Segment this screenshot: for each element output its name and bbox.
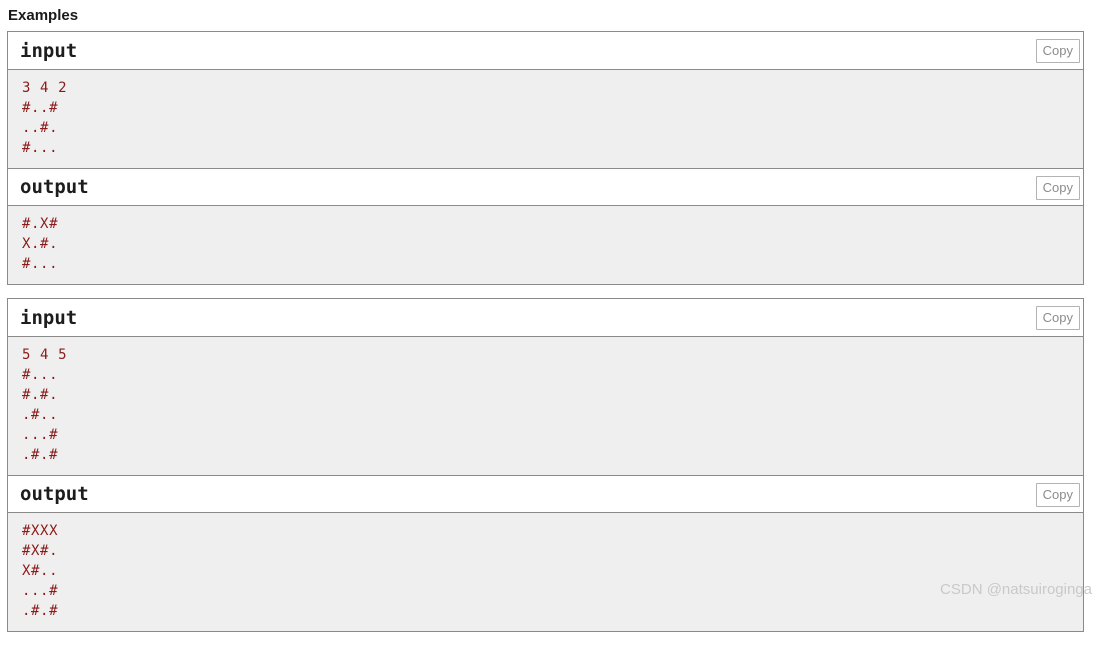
sample-input-body[interactable]: 3 4 2 #..# ..#. #... [8, 70, 1083, 168]
copy-input-button[interactable]: Copy [1035, 39, 1080, 63]
examples-page: Examples input Copy 3 4 2 #..# ..#. #...… [0, 0, 1098, 632]
code-line: 3 4 2 [22, 80, 68, 96]
code-line: #.#. [22, 387, 59, 403]
sample-output-header: output Copy [8, 168, 1083, 206]
sample-input-body[interactable]: 5 4 5 #... #.#. .#.. ...# .#.# [8, 337, 1083, 475]
code-line: #XXX [22, 523, 59, 539]
sample-output-title: output [20, 483, 89, 505]
code-line: #... [22, 256, 59, 272]
sample-output-header: output Copy [8, 475, 1083, 513]
code-line: X.#. [22, 236, 59, 252]
code-line: #... [22, 367, 59, 383]
code-line: ..#. [22, 120, 59, 136]
sample-output-body[interactable]: #XXX #X#. X#.. ...# .#.# [8, 513, 1083, 631]
code-line: .#.# [22, 447, 59, 463]
copy-input-button[interactable]: Copy [1035, 306, 1080, 330]
code-line: X#.. [22, 563, 59, 579]
sample-output-title: output [20, 176, 89, 198]
example-block: input Copy 5 4 5 #... #.#. .#.. ...# .#.… [7, 298, 1084, 632]
sample-output-block: output Copy #XXX #X#. X#.. ...# .#.# [8, 475, 1083, 631]
copy-output-button[interactable]: Copy [1035, 483, 1080, 507]
sample-input-block: input Copy 5 4 5 #... #.#. .#.. ...# .#.… [8, 299, 1083, 475]
copy-output-button[interactable]: Copy [1035, 176, 1080, 200]
page-title: Examples [8, 7, 79, 24]
sample-input-block: input Copy 3 4 2 #..# ..#. #... [8, 32, 1083, 168]
code-line: #... [22, 140, 59, 156]
code-line: .#.. [22, 407, 59, 423]
code-line: ...# [22, 427, 59, 443]
code-line: #..# [22, 100, 59, 116]
sample-output-body[interactable]: #.X# X.#. #... [8, 206, 1083, 284]
example-block: input Copy 3 4 2 #..# ..#. #... output C… [7, 31, 1084, 285]
watermark: CSDN @natsuiroginga [940, 581, 1092, 598]
sample-input-title: input [20, 306, 78, 329]
code-line: .#.# [22, 603, 59, 619]
sample-input-title: input [20, 39, 78, 62]
sample-input-header: input Copy [8, 32, 1083, 70]
code-line: 5 4 5 [22, 347, 68, 363]
examples-list: input Copy 3 4 2 #..# ..#. #... output C… [7, 31, 1084, 645]
code-line: #X#. [22, 543, 59, 559]
code-line: ...# [22, 583, 59, 599]
code-line: #.X# [22, 216, 59, 232]
sample-input-header: input Copy [8, 299, 1083, 337]
sample-output-block: output Copy #.X# X.#. #... [8, 168, 1083, 284]
